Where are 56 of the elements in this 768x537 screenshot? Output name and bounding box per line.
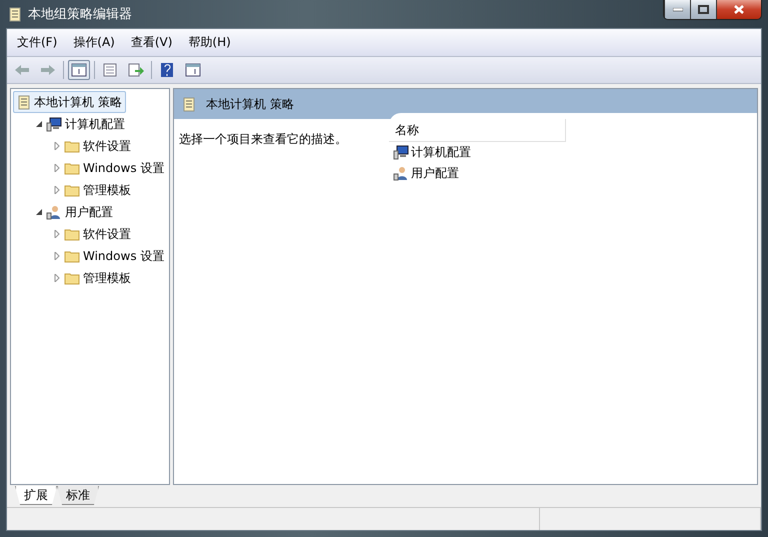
column-header[interactable]: 名称	[389, 119, 566, 142]
expand-arrow-icon[interactable]	[53, 164, 61, 172]
menu-item[interactable]: 查看(V)	[124, 33, 178, 52]
list-item[interactable]: 用户配置	[389, 163, 757, 184]
minimize-icon	[672, 8, 682, 12]
view-tab[interactable]: 扩展	[15, 486, 57, 505]
folder-icon	[64, 140, 80, 152]
maximize-icon	[698, 5, 709, 14]
close-icon	[733, 4, 745, 15]
window-pane-icon	[185, 63, 201, 77]
document-icon	[17, 94, 31, 110]
tree-item[interactable]: 管理模板	[49, 267, 135, 289]
console-tree-button[interactable]	[68, 60, 90, 80]
expand-arrow-icon[interactable]	[53, 274, 61, 282]
help-icon	[160, 62, 174, 78]
tree-item[interactable]: 软件设置	[49, 135, 135, 157]
forward-arrow-icon	[40, 64, 56, 76]
minimize-button[interactable]	[664, 0, 690, 19]
document-icon	[182, 96, 196, 112]
expand-arrow-icon[interactable]	[53, 142, 61, 150]
user-icon	[46, 204, 62, 220]
window-title: 本地组策略编辑器	[28, 6, 133, 23]
pane-title: 本地计算机 策略	[206, 96, 294, 112]
collapse-arrow-icon[interactable]	[35, 120, 43, 128]
menu-item[interactable]: 帮助(H)	[182, 33, 237, 52]
tree-item[interactable]: 计算机配置	[31, 113, 129, 135]
folder-icon	[64, 250, 80, 262]
document-icon	[8, 6, 22, 22]
computer-icon	[393, 145, 409, 160]
back-arrow-icon	[14, 64, 30, 76]
tree-item[interactable]: 用户配置	[31, 201, 117, 223]
list-item[interactable]: 计算机配置	[389, 142, 757, 163]
folder-icon	[64, 272, 80, 284]
tree-item[interactable]: 本地计算机 策略	[13, 91, 126, 113]
menu-item[interactable]: 操作(A)	[67, 33, 121, 52]
expand-arrow-icon[interactable]	[53, 252, 61, 260]
expand-arrow-icon[interactable]	[53, 230, 61, 238]
view-tab[interactable]: 标准	[57, 486, 99, 505]
tree-item[interactable]: Windows 设置	[49, 245, 168, 267]
close-button[interactable]	[716, 0, 761, 19]
computer-icon	[46, 116, 62, 132]
tree-item[interactable]: Windows 设置	[49, 157, 168, 179]
maximize-button[interactable]	[690, 0, 716, 19]
export-icon	[128, 63, 144, 77]
expand-arrow-icon[interactable]	[53, 186, 61, 194]
tree-item[interactable]: 管理模板	[49, 179, 135, 201]
folder-icon	[64, 228, 80, 240]
folder-icon	[64, 162, 80, 174]
user-icon	[393, 166, 409, 181]
description-text: 选择一个项目来查看它的描述。	[179, 132, 347, 146]
collapse-arrow-icon[interactable]	[35, 208, 43, 216]
menu-item[interactable]: 文件(F)	[11, 33, 64, 52]
tree-item[interactable]: 软件设置	[49, 223, 135, 245]
window-pane-icon	[71, 63, 87, 77]
folder-icon	[64, 184, 80, 196]
document-list-icon	[103, 63, 117, 77]
